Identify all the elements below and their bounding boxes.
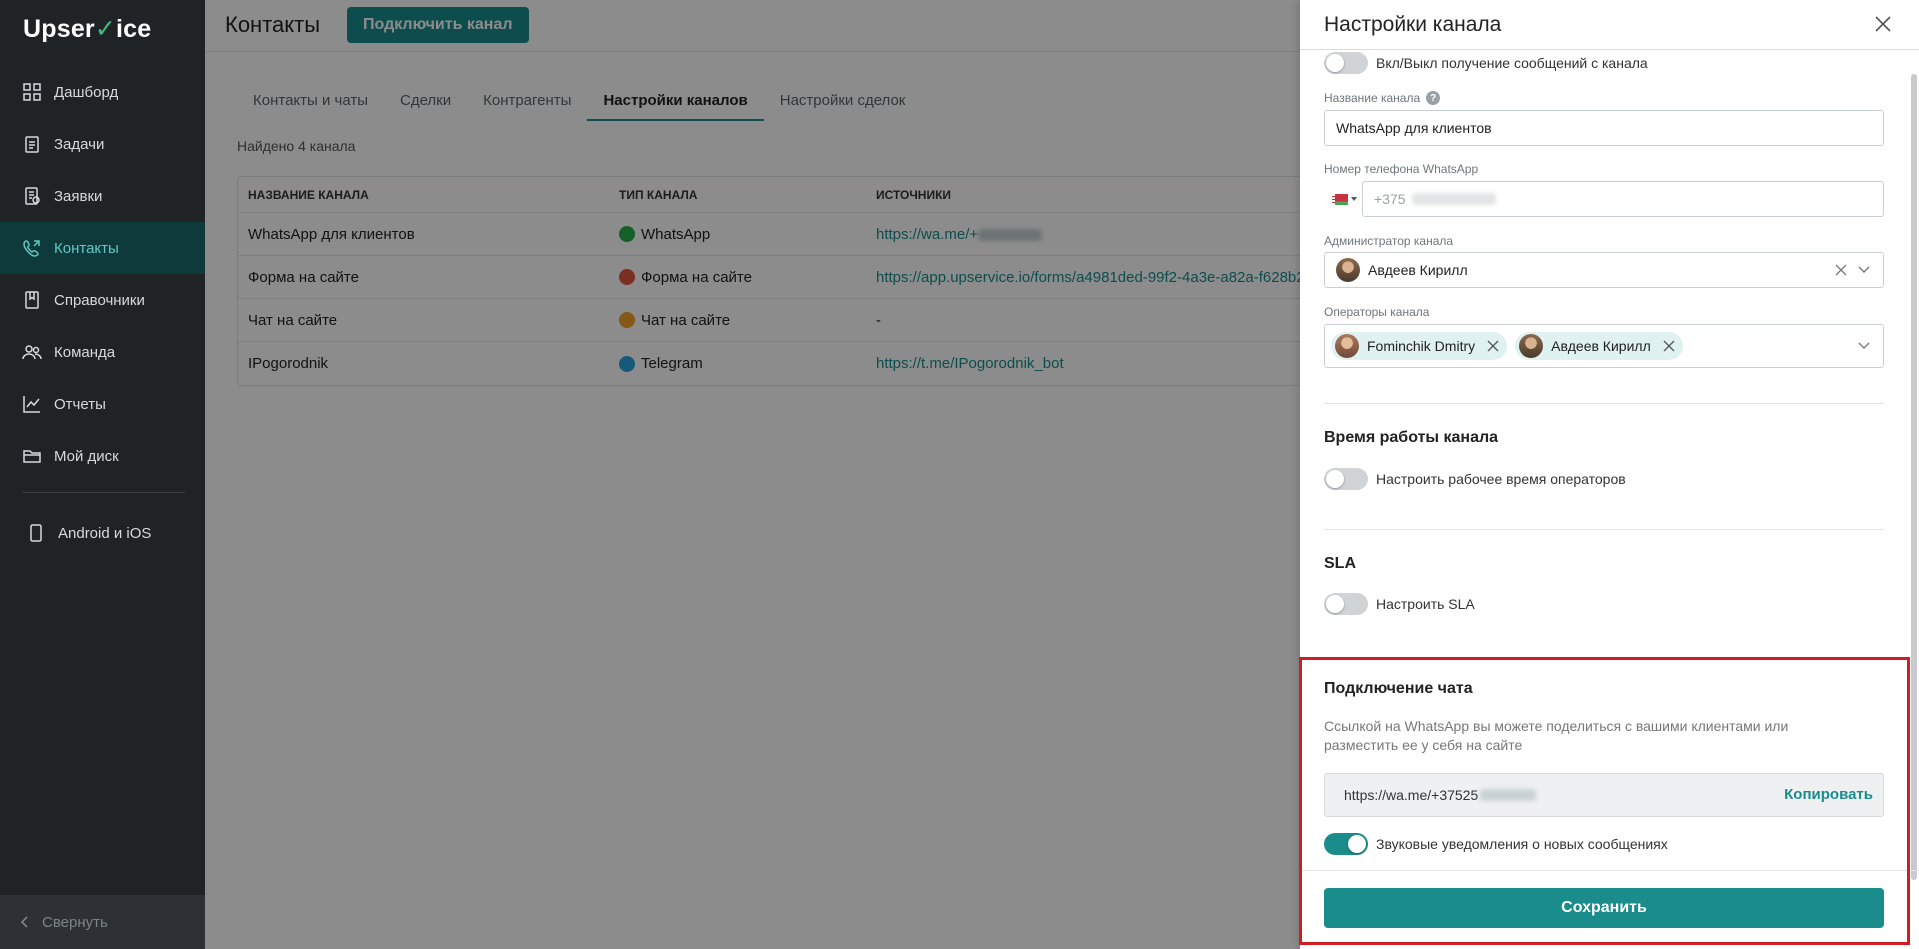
- drawer-scrollbar[interactable]: [1911, 74, 1917, 880]
- sidebar-item-label: Контакты: [54, 239, 119, 257]
- work-time-title: Время работы канала: [1324, 429, 1499, 446]
- contacts-icon: [23, 240, 40, 257]
- chevron-down-icon[interactable]: [1857, 263, 1871, 277]
- close-icon[interactable]: [1871, 12, 1895, 36]
- sidebar: Upser✓ice Дашборд Задачи Заявки Контакты…: [0, 0, 205, 949]
- phone-value: +375: [1374, 191, 1406, 207]
- operators-label: Операторы канала: [1324, 305, 1430, 319]
- directory-icon: [25, 291, 39, 309]
- chevron-left-icon: [20, 916, 28, 928]
- chat-connection-description: Ссылкой на WhatsApp вы можете поделиться…: [1324, 718, 1789, 753]
- modal-backdrop[interactable]: [205, 0, 1300, 949]
- channel-name-input[interactable]: WhatsApp для клиентов: [1324, 110, 1884, 146]
- team-icon: [22, 345, 42, 360]
- sidebar-item-tasks[interactable]: Задачи: [0, 118, 205, 170]
- sidebar-item-requests[interactable]: Заявки: [0, 170, 205, 222]
- save-button[interactable]: Сохранить: [1324, 888, 1884, 928]
- receive-messages-label: Вкл/Выкл получение сообщений с канала: [1376, 55, 1648, 71]
- logo-text: Upser: [23, 15, 95, 43]
- sidebar-item-label: Мой диск: [54, 447, 119, 465]
- sidebar-item-label: Задачи: [54, 135, 105, 153]
- admin-value: Авдеев Кирилл: [1368, 262, 1468, 278]
- sidebar-item-team[interactable]: Команда: [0, 326, 205, 378]
- chevron-down-icon[interactable]: [1857, 339, 1871, 353]
- logo[interactable]: Upser✓ice: [23, 14, 151, 44]
- folder-icon: [23, 450, 41, 463]
- sound-notifications-row: Звуковые уведомления о новых сообщениях: [1324, 833, 1668, 855]
- avatar: [1519, 334, 1544, 358]
- select-controls: [1835, 253, 1871, 287]
- sla-toggle[interactable]: [1324, 593, 1368, 615]
- help-icon[interactable]: ?: [1426, 91, 1441, 105]
- admin-select[interactable]: Авдеев Кирилл: [1324, 252, 1884, 288]
- channel-name-label: Название канала?: [1324, 91, 1441, 105]
- receive-messages-toggle[interactable]: [1324, 52, 1368, 74]
- caret-down-icon: [1351, 197, 1357, 201]
- sidebar-item-label: Дашборд: [54, 83, 119, 101]
- logo-check-icon: ✓: [94, 15, 117, 43]
- collapse-label: Свернуть: [42, 913, 108, 931]
- sidebar-nav: Дашборд Задачи Заявки Контакты Справочни…: [0, 66, 205, 482]
- chat-link-value: https://wa.me/+37525: [1344, 787, 1479, 803]
- logo-text-end: ice: [116, 15, 152, 43]
- remove-icon[interactable]: [1487, 340, 1499, 352]
- phone-input[interactable]: +375: [1362, 181, 1884, 217]
- chat-link-field[interactable]: https://wa.me/+37525 Копировать: [1324, 773, 1884, 817]
- copy-button[interactable]: Копировать: [1784, 786, 1873, 803]
- divider: [1324, 403, 1884, 404]
- phone-icon: [30, 524, 42, 542]
- collapse-sidebar-button[interactable]: Свернуть: [0, 895, 205, 949]
- avatar: [1335, 334, 1359, 358]
- requests-icon: [25, 187, 40, 205]
- sidebar-item-reports[interactable]: Отчеты: [0, 378, 205, 430]
- select-controls: [1857, 325, 1871, 367]
- dashboard-icon: [23, 83, 41, 101]
- redacted-number: [1480, 789, 1537, 801]
- chat-connection-title: Подключение чата: [1324, 680, 1473, 697]
- sidebar-item-label: Android и iOS: [58, 524, 152, 542]
- redacted-number: [1411, 193, 1496, 205]
- sidebar-item-dashboard[interactable]: Дашборд: [0, 66, 205, 118]
- tasks-icon: [25, 136, 39, 153]
- sla-row: Настроить SLA: [1324, 593, 1475, 615]
- channel-name-value: WhatsApp для клиентов: [1336, 120, 1492, 136]
- operator-name: Fominchik Dmitry: [1367, 338, 1476, 354]
- channel-name-label-text: Название канала: [1324, 91, 1421, 105]
- reports-icon: [23, 396, 40, 413]
- sidebar-divider: [22, 492, 185, 493]
- receive-messages-row: Вкл/Выкл получение сообщений с канала: [1324, 52, 1648, 74]
- operator-name: Авдеев Кирилл: [1551, 338, 1651, 354]
- sla-title: SLA: [1324, 555, 1356, 572]
- admin-label: Администратор канала: [1324, 234, 1454, 248]
- operators-select[interactable]: Fominchik Dmitry Авдеев Кирилл: [1324, 324, 1884, 368]
- avatar: [1336, 258, 1360, 282]
- operator-chip: Авдеев Кирилл: [1515, 332, 1683, 360]
- sound-notifications-toggle[interactable]: [1324, 833, 1368, 855]
- operator-chip: Fominchik Dmitry: [1331, 332, 1508, 360]
- work-time-toggle[interactable]: [1324, 468, 1368, 490]
- divider: [1324, 529, 1884, 530]
- remove-icon[interactable]: [1663, 340, 1675, 352]
- drawer-header: Настройки канала: [1300, 0, 1919, 50]
- sidebar-item-label: Отчеты: [54, 395, 106, 413]
- channel-settings-drawer: Настройки канала Вкл/Выкл получение сооб…: [1300, 0, 1919, 949]
- sidebar-item-label: Команда: [54, 343, 116, 361]
- sidebar-item-label: Заявки: [54, 187, 103, 205]
- phone-label: Номер телефона WhatsApp: [1324, 162, 1479, 176]
- sidebar-item-disk[interactable]: Мой диск: [0, 430, 205, 482]
- work-time-row: Настроить рабочее время операторов: [1324, 468, 1626, 490]
- drawer-title: Настройки канала: [1324, 13, 1502, 36]
- belarus-flag-icon: [1332, 193, 1348, 205]
- sla-label: Настроить SLA: [1376, 596, 1475, 612]
- footer-divider: [1300, 870, 1919, 871]
- sound-notifications-label: Звуковые уведомления о новых сообщениях: [1376, 836, 1668, 852]
- sidebar-item-directory[interactable]: Справочники: [0, 274, 205, 326]
- country-select[interactable]: [1324, 181, 1360, 217]
- sidebar-item-label: Справочники: [54, 291, 145, 309]
- sidebar-item-contacts[interactable]: Контакты: [0, 222, 205, 274]
- work-time-label: Настроить рабочее время операторов: [1376, 471, 1626, 487]
- sidebar-item-mobile-apps[interactable]: Android и iOS: [0, 507, 205, 559]
- clear-icon[interactable]: [1835, 264, 1847, 276]
